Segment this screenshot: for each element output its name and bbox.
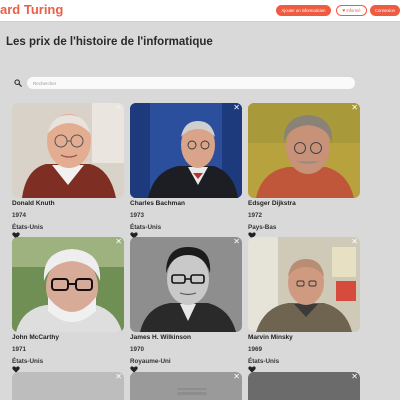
laureate-country: Pays-Bas <box>248 224 277 231</box>
favorites-button-label: Informé <box>346 8 361 13</box>
laureate-photo <box>248 237 360 332</box>
close-icon[interactable]: ✕ <box>351 238 358 246</box>
add-computer-scientist-button[interactable]: Ajouter un informaticien <box>276 5 331 16</box>
laureate-photo-image <box>130 237 242 332</box>
close-icon[interactable]: ✕ <box>115 238 122 246</box>
laureate-photo-image <box>12 237 124 332</box>
laureate-photo <box>130 103 242 198</box>
laureate-card-partial[interactable]: ✕ <box>130 372 242 400</box>
close-icon[interactable]: ✕ <box>115 104 122 112</box>
laureate-card[interactable]: ✕ James H. Wilkinson 1970 Royaume-Uni <box>130 237 242 373</box>
laureate-name: Charles Bachman <box>130 200 185 207</box>
close-icon[interactable]: ✕ <box>233 238 240 246</box>
laureate-name: James H. Wilkinson <box>130 334 191 341</box>
laureate-photo <box>130 237 242 332</box>
laureate-card[interactable]: ✕ Edsger Dijkstra 1972 Pays-Bas <box>248 103 360 239</box>
search-input[interactable] <box>27 77 355 89</box>
scroll-handle[interactable] <box>177 388 207 395</box>
laureate-year: 1972 <box>248 212 263 219</box>
laureate-name: Donald Knuth <box>12 200 55 207</box>
laureate-card-partial[interactable]: ✕ <box>248 372 360 400</box>
laureate-country: Royaume-Uni <box>130 358 171 365</box>
search-icon <box>14 79 22 87</box>
laureate-country: États-Unis <box>12 224 44 231</box>
laureate-photo <box>12 103 124 198</box>
laureate-card[interactable]: ✕ John McCarthy 1971 États-Unis <box>12 237 124 373</box>
laureate-year: 1971 <box>12 346 27 353</box>
laureate-year: 1970 <box>130 346 145 353</box>
heart-icon: ♥ <box>342 8 346 14</box>
laureate-country: États-Unis <box>12 358 44 365</box>
laureate-card[interactable]: ✕ Marvin Minsky 1969 États-Unis <box>248 237 360 373</box>
close-icon[interactable]: ✕ <box>233 373 240 381</box>
laureate-photo-image <box>248 237 360 332</box>
close-icon[interactable]: ✕ <box>115 373 122 381</box>
page-title: Les prix de l'histoire de l'informatique <box>6 36 213 48</box>
laureate-name: John McCarthy <box>12 334 59 341</box>
laureate-photo <box>248 103 360 198</box>
laureate-year: 1973 <box>130 212 145 219</box>
close-icon[interactable]: ✕ <box>351 373 358 381</box>
close-icon[interactable]: ✕ <box>351 104 358 112</box>
laureate-card[interactable]: ✕ Charles Bachman 1973 États-Unis <box>130 103 242 239</box>
close-icon[interactable]: ✕ <box>233 104 240 112</box>
laureate-year: 1974 <box>12 212 27 219</box>
laureate-name: Edsger Dijkstra <box>248 200 296 207</box>
laureate-photo-image <box>130 103 242 198</box>
top-bar: ard Turing Ajouter un informaticien ♥Inf… <box>0 0 400 22</box>
favorites-button[interactable]: ♥Informé <box>336 5 367 16</box>
brand-title[interactable]: ard Turing <box>0 2 63 17</box>
laureate-name: Marvin Minsky <box>248 334 293 341</box>
login-button[interactable]: Connexion <box>370 5 400 16</box>
laureate-photo <box>12 237 124 332</box>
laureate-photo-image <box>12 103 124 198</box>
laureate-country: États-Unis <box>248 358 280 365</box>
laureate-country: États-Unis <box>130 224 162 231</box>
laureate-card[interactable]: ✕ Donald Knuth 1974 États-Unis <box>12 103 124 239</box>
laureate-photo-image <box>248 103 360 198</box>
search-bar <box>14 77 355 89</box>
laureate-year: 1969 <box>248 346 263 353</box>
laureate-card-partial[interactable]: ✕ <box>12 372 124 400</box>
